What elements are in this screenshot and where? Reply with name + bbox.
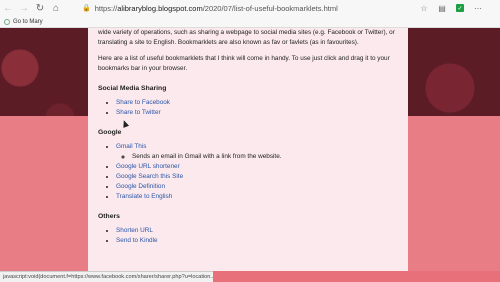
google-url-shortener-link[interactable]: Google URL shortener [116, 163, 180, 170]
refresh-icon[interactable]: ↻ [32, 0, 48, 16]
others-links-list: Shorten URL Send to Kindle [98, 226, 398, 246]
url-prefix: https:// [94, 3, 118, 13]
back-icon[interactable]: ← [0, 0, 16, 16]
social-links-list: Share to Facebook Share to Twitter [98, 98, 398, 118]
gmail-sublist: Sends an email in Gmail with a link from… [116, 152, 398, 162]
browser-toolbar: ← → ↻ ⌂ 🔒 https:// alibraryblog.blogspot… [0, 0, 500, 16]
gmail-this-link[interactable]: Gmail This [116, 143, 146, 150]
section-heading-others: Others [98, 213, 120, 220]
list-item: Translate to English [116, 192, 398, 202]
list-item: Send to Kindle [116, 236, 398, 246]
address-bar[interactable]: 🔒 https:// alibraryblog.blogspot.com /20… [82, 2, 412, 14]
intro-paragraph: wide variety of operations, such as shar… [98, 29, 395, 46]
bookmarks-bar: Go to Mary [0, 16, 500, 28]
bookmark-item[interactable]: Go to Mary [4, 18, 43, 25]
star-icon[interactable]: ☆ [418, 2, 430, 14]
list-item: Google Definition [116, 182, 398, 192]
extension-icon[interactable]: ✓ [454, 2, 466, 14]
google-search-site-link[interactable]: Google Search this Site [116, 173, 183, 180]
article-content: wide variety of operations, such as shar… [88, 28, 408, 271]
list-item: Shorten URL [116, 226, 398, 236]
url-host: alibraryblog.blogspot.com [117, 3, 203, 13]
gmail-note: Sends an email in Gmail with a link from… [132, 152, 398, 162]
status-bar: javascript:void(document.f=https://www.f… [0, 271, 213, 282]
google-links-list: Gmail This Sends an email in Gmail with … [98, 142, 398, 202]
instructions-paragraph: Here are a list of useful bookmarklets t… [98, 55, 390, 72]
share-facebook-link[interactable]: Share to Facebook [116, 99, 170, 106]
list-item: Share to Facebook [116, 98, 398, 108]
url-path: /2020/07/list-of-useful-bookmarklets.htm… [202, 3, 338, 13]
section-heading-google: Google [98, 129, 122, 136]
list-item: Share to Twitter [116, 108, 398, 118]
list-item: Gmail This Sends an email in Gmail with … [116, 142, 398, 162]
google-definition-link[interactable]: Google Definition [116, 183, 165, 190]
collections-icon[interactable]: ▤ [436, 2, 448, 14]
shorten-url-link[interactable]: Shorten URL [116, 227, 153, 234]
send-to-kindle-link[interactable]: Send to Kindle [116, 237, 158, 244]
menu-icon[interactable]: ⋯ [472, 2, 484, 14]
home-icon[interactable]: ⌂ [48, 0, 64, 16]
list-item: Google URL shortener [116, 162, 398, 172]
lock-icon: 🔒 [82, 5, 91, 12]
section-heading-social: Social Media Sharing [98, 85, 167, 92]
bookmark-label: Go to Mary [13, 18, 43, 25]
translate-english-link[interactable]: Translate to English [116, 193, 172, 200]
forward-icon[interactable]: → [16, 0, 32, 16]
share-twitter-link[interactable]: Share to Twitter [116, 109, 161, 116]
globe-icon [4, 18, 10, 25]
list-item: Google Search this Site [116, 172, 398, 182]
